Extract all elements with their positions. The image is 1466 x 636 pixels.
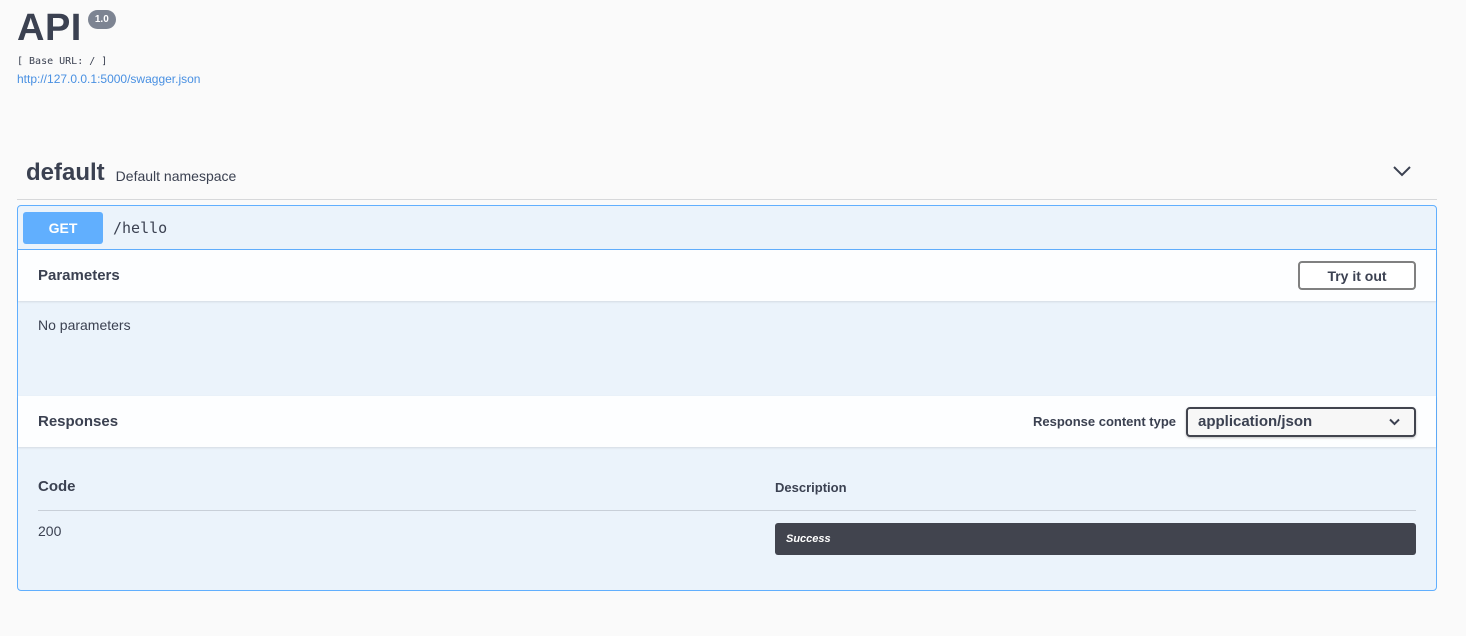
parameters-header: Parameters Try it out <box>18 250 1436 301</box>
code-column-header: Code <box>38 478 76 495</box>
table-row: 200 Success <box>38 511 1416 555</box>
no-parameters-text: No parameters <box>38 317 131 333</box>
api-info: API 1.0 [ Base URL: / ] http://127.0.0.1… <box>17 4 200 86</box>
content-type-select[interactable]: application/json <box>1186 406 1416 437</box>
parameters-title: Parameters <box>38 267 120 284</box>
api-title: API <box>17 7 82 49</box>
method-badge: GET <box>23 211 103 244</box>
try-it-out-button[interactable]: Try it out <box>1298 261 1416 290</box>
responses-table-header: Code Description <box>38 467 1416 511</box>
select-chevron-down-icon <box>1389 413 1400 430</box>
tag-description: Default namespace <box>115 167 237 184</box>
responses-header: Responses Response content type applicat… <box>18 396 1436 447</box>
response-description: Success <box>775 523 1416 555</box>
operation-path: /hello <box>113 218 168 237</box>
base-url: [ Base URL: / ] <box>17 56 108 67</box>
version-badge: 1.0 <box>87 10 116 29</box>
content-type-value: application/json <box>1198 413 1313 430</box>
description-column-header: Description <box>775 480 847 495</box>
responses-title: Responses <box>38 413 119 430</box>
operation-block-get-hello: GET /hello Parameters Try it out No para… <box>17 205 1437 591</box>
chevron-down-icon[interactable] <box>1391 160 1413 182</box>
content-type-group: Response content type application/json <box>1032 406 1416 437</box>
title-row: API 1.0 <box>17 4 200 52</box>
parameters-body: No parameters <box>18 301 1436 396</box>
tag-header-default[interactable]: default Default namespace <box>17 146 1437 200</box>
spec-link[interactable]: http://127.0.0.1:5000/swagger.json <box>17 72 200 86</box>
content-type-label: Response content type <box>1032 414 1176 429</box>
tag-name: default <box>26 158 105 186</box>
response-code: 200 <box>38 523 62 539</box>
operation-summary[interactable]: GET /hello <box>18 206 1436 250</box>
responses-body: Code Description 200 Success <box>18 447 1436 555</box>
